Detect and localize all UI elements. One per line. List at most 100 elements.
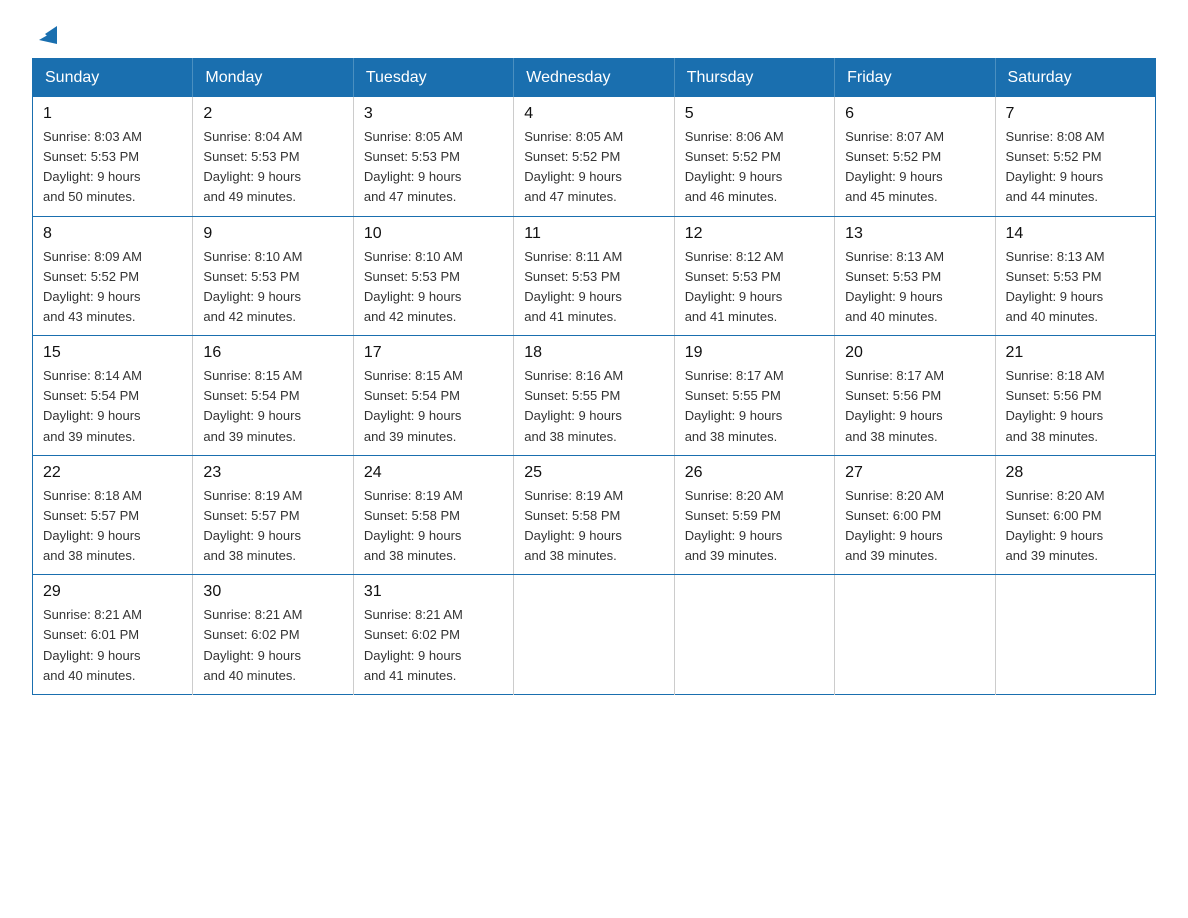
day-number: 14 (1006, 225, 1145, 243)
day-header-tuesday: Tuesday (353, 59, 513, 98)
calendar-cell: 17 Sunrise: 8:15 AM Sunset: 5:54 PM Dayl… (353, 336, 513, 456)
day-number: 13 (845, 225, 984, 243)
calendar-cell: 13 Sunrise: 8:13 AM Sunset: 5:53 PM Dayl… (835, 216, 995, 336)
day-number: 18 (524, 344, 663, 362)
day-header-thursday: Thursday (674, 59, 834, 98)
day-header-friday: Friday (835, 59, 995, 98)
day-info: Sunrise: 8:19 AM Sunset: 5:58 PM Dayligh… (364, 486, 503, 567)
calendar-cell: 10 Sunrise: 8:10 AM Sunset: 5:53 PM Dayl… (353, 216, 513, 336)
day-number: 25 (524, 464, 663, 482)
calendar-cell (674, 575, 834, 695)
day-info: Sunrise: 8:20 AM Sunset: 6:00 PM Dayligh… (845, 486, 984, 567)
day-info: Sunrise: 8:12 AM Sunset: 5:53 PM Dayligh… (685, 247, 824, 328)
day-header-sunday: Sunday (33, 59, 193, 98)
calendar-cell: 25 Sunrise: 8:19 AM Sunset: 5:58 PM Dayl… (514, 455, 674, 575)
day-info: Sunrise: 8:19 AM Sunset: 5:58 PM Dayligh… (524, 486, 663, 567)
day-number: 28 (1006, 464, 1145, 482)
calendar-cell: 31 Sunrise: 8:21 AM Sunset: 6:02 PM Dayl… (353, 575, 513, 695)
logo (32, 24, 57, 38)
day-info: Sunrise: 8:21 AM Sunset: 6:02 PM Dayligh… (203, 605, 342, 686)
day-info: Sunrise: 8:03 AM Sunset: 5:53 PM Dayligh… (43, 127, 182, 208)
calendar-cell: 5 Sunrise: 8:06 AM Sunset: 5:52 PM Dayli… (674, 97, 834, 216)
day-info: Sunrise: 8:17 AM Sunset: 5:56 PM Dayligh… (845, 366, 984, 447)
calendar-cell: 8 Sunrise: 8:09 AM Sunset: 5:52 PM Dayli… (33, 216, 193, 336)
day-info: Sunrise: 8:06 AM Sunset: 5:52 PM Dayligh… (685, 127, 824, 208)
day-number: 22 (43, 464, 182, 482)
calendar-cell: 21 Sunrise: 8:18 AM Sunset: 5:56 PM Dayl… (995, 336, 1155, 456)
day-info: Sunrise: 8:21 AM Sunset: 6:01 PM Dayligh… (43, 605, 182, 686)
calendar-cell (835, 575, 995, 695)
day-number: 19 (685, 344, 824, 362)
calendar-cell: 9 Sunrise: 8:10 AM Sunset: 5:53 PM Dayli… (193, 216, 353, 336)
calendar-cell: 30 Sunrise: 8:21 AM Sunset: 6:02 PM Dayl… (193, 575, 353, 695)
day-number: 20 (845, 344, 984, 362)
day-info: Sunrise: 8:15 AM Sunset: 5:54 PM Dayligh… (203, 366, 342, 447)
day-info: Sunrise: 8:20 AM Sunset: 5:59 PM Dayligh… (685, 486, 824, 567)
day-number: 12 (685, 225, 824, 243)
day-info: Sunrise: 8:15 AM Sunset: 5:54 PM Dayligh… (364, 366, 503, 447)
day-info: Sunrise: 8:18 AM Sunset: 5:57 PM Dayligh… (43, 486, 182, 567)
calendar-cell: 19 Sunrise: 8:17 AM Sunset: 5:55 PM Dayl… (674, 336, 834, 456)
calendar-cell: 2 Sunrise: 8:04 AM Sunset: 5:53 PM Dayli… (193, 97, 353, 216)
calendar-cell: 16 Sunrise: 8:15 AM Sunset: 5:54 PM Dayl… (193, 336, 353, 456)
calendar-cell: 14 Sunrise: 8:13 AM Sunset: 5:53 PM Dayl… (995, 216, 1155, 336)
calendar-cell: 23 Sunrise: 8:19 AM Sunset: 5:57 PM Dayl… (193, 455, 353, 575)
day-info: Sunrise: 8:13 AM Sunset: 5:53 PM Dayligh… (1006, 247, 1145, 328)
day-info: Sunrise: 8:19 AM Sunset: 5:57 PM Dayligh… (203, 486, 342, 567)
day-number: 27 (845, 464, 984, 482)
day-info: Sunrise: 8:08 AM Sunset: 5:52 PM Dayligh… (1006, 127, 1145, 208)
day-number: 30 (203, 583, 342, 601)
calendar-cell: 26 Sunrise: 8:20 AM Sunset: 5:59 PM Dayl… (674, 455, 834, 575)
day-header-wednesday: Wednesday (514, 59, 674, 98)
day-number: 6 (845, 105, 984, 123)
day-number: 10 (364, 225, 503, 243)
day-info: Sunrise: 8:05 AM Sunset: 5:53 PM Dayligh… (364, 127, 503, 208)
day-info: Sunrise: 8:07 AM Sunset: 5:52 PM Dayligh… (845, 127, 984, 208)
calendar-cell: 7 Sunrise: 8:08 AM Sunset: 5:52 PM Dayli… (995, 97, 1155, 216)
calendar-week-3: 15 Sunrise: 8:14 AM Sunset: 5:54 PM Dayl… (33, 336, 1156, 456)
calendar-cell: 24 Sunrise: 8:19 AM Sunset: 5:58 PM Dayl… (353, 455, 513, 575)
calendar-cell: 15 Sunrise: 8:14 AM Sunset: 5:54 PM Dayl… (33, 336, 193, 456)
day-number: 16 (203, 344, 342, 362)
calendar-cell: 22 Sunrise: 8:18 AM Sunset: 5:57 PM Dayl… (33, 455, 193, 575)
day-info: Sunrise: 8:04 AM Sunset: 5:53 PM Dayligh… (203, 127, 342, 208)
calendar-cell (995, 575, 1155, 695)
calendar-cell: 12 Sunrise: 8:12 AM Sunset: 5:53 PM Dayl… (674, 216, 834, 336)
calendar-cell: 6 Sunrise: 8:07 AM Sunset: 5:52 PM Dayli… (835, 97, 995, 216)
day-number: 2 (203, 105, 342, 123)
day-info: Sunrise: 8:21 AM Sunset: 6:02 PM Dayligh… (364, 605, 503, 686)
calendar-week-5: 29 Sunrise: 8:21 AM Sunset: 6:01 PM Dayl… (33, 575, 1156, 695)
day-number: 15 (43, 344, 182, 362)
day-number: 24 (364, 464, 503, 482)
calendar-cell: 11 Sunrise: 8:11 AM Sunset: 5:53 PM Dayl… (514, 216, 674, 336)
day-info: Sunrise: 8:05 AM Sunset: 5:52 PM Dayligh… (524, 127, 663, 208)
day-info: Sunrise: 8:13 AM Sunset: 5:53 PM Dayligh… (845, 247, 984, 328)
calendar-week-4: 22 Sunrise: 8:18 AM Sunset: 5:57 PM Dayl… (33, 455, 1156, 575)
day-number: 29 (43, 583, 182, 601)
calendar-header-row: SundayMondayTuesdayWednesdayThursdayFrid… (33, 59, 1156, 98)
day-number: 3 (364, 105, 503, 123)
day-number: 31 (364, 583, 503, 601)
calendar-week-1: 1 Sunrise: 8:03 AM Sunset: 5:53 PM Dayli… (33, 97, 1156, 216)
day-info: Sunrise: 8:09 AM Sunset: 5:52 PM Dayligh… (43, 247, 182, 328)
day-info: Sunrise: 8:17 AM Sunset: 5:55 PM Dayligh… (685, 366, 824, 447)
logo-arrow-icon (35, 22, 57, 44)
calendar-table: SundayMondayTuesdayWednesdayThursdayFrid… (32, 58, 1156, 695)
calendar-cell: 29 Sunrise: 8:21 AM Sunset: 6:01 PM Dayl… (33, 575, 193, 695)
day-number: 17 (364, 344, 503, 362)
day-number: 7 (1006, 105, 1145, 123)
day-number: 21 (1006, 344, 1145, 362)
day-header-monday: Monday (193, 59, 353, 98)
day-info: Sunrise: 8:10 AM Sunset: 5:53 PM Dayligh… (203, 247, 342, 328)
day-number: 5 (685, 105, 824, 123)
calendar-cell: 3 Sunrise: 8:05 AM Sunset: 5:53 PM Dayli… (353, 97, 513, 216)
calendar-week-2: 8 Sunrise: 8:09 AM Sunset: 5:52 PM Dayli… (33, 216, 1156, 336)
day-info: Sunrise: 8:14 AM Sunset: 5:54 PM Dayligh… (43, 366, 182, 447)
day-number: 4 (524, 105, 663, 123)
day-header-saturday: Saturday (995, 59, 1155, 98)
day-info: Sunrise: 8:18 AM Sunset: 5:56 PM Dayligh… (1006, 366, 1145, 447)
calendar-cell (514, 575, 674, 695)
page-header (32, 24, 1156, 38)
calendar-cell: 18 Sunrise: 8:16 AM Sunset: 5:55 PM Dayl… (514, 336, 674, 456)
calendar-cell: 1 Sunrise: 8:03 AM Sunset: 5:53 PM Dayli… (33, 97, 193, 216)
